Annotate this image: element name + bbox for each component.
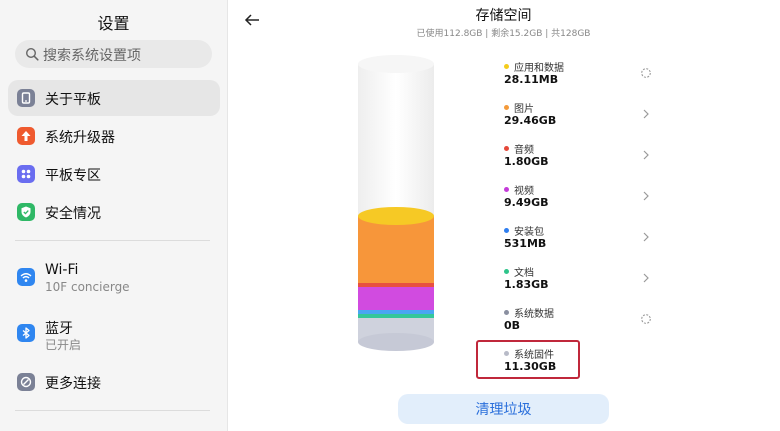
chevron-right-icon [643,109,649,119]
highlight-box [476,340,580,379]
wifi-network-name: 10F concierge [45,280,130,294]
chevron-right-icon [643,232,649,242]
upgrade-arrow-icon [17,127,35,145]
sidebar-item-label: 平板专区 [45,168,101,184]
category-images[interactable]: 图片 29.46GB [500,99,660,137]
category-size: 1.80GB [504,155,549,168]
category-size: 0B [504,319,521,332]
segment-bottom [358,333,434,351]
wifi-icon [17,268,35,286]
page-title: 存储空间 [475,8,532,24]
shield-check-icon [17,203,35,221]
cylinder-top [358,55,434,73]
color-dot [504,146,509,151]
category-install-packages[interactable]: 安装包 531MB [500,222,660,260]
sidebar-item-bluetooth[interactable]: 蓝牙 已开启 [8,315,220,359]
sidebar-item-label: 系统升级器 [45,130,115,146]
segment-images [358,216,434,283]
category-name: 视频 [514,186,534,197]
sidebar-item-label: Wi-Fi [45,262,79,278]
storage-summary: 已使用112.8GB | 剩余15.2GB | 共128GB [416,29,591,39]
category-size: 1.83GB [504,278,549,291]
category-size: 9.49GB [504,196,549,209]
category-name: 图片 [514,104,534,115]
sidebar-item-system-upgrade[interactable]: 系统升级器 [8,118,220,154]
sidebar-item-more-connections[interactable]: 更多连接 [8,364,220,400]
bluetooth-icon [17,324,35,342]
category-audio[interactable]: 音频 1.80GB [500,140,660,178]
bluetooth-status: 已开启 [45,338,82,352]
search-icon [25,47,39,61]
clean-junk-button[interactable]: 清理垃圾 [398,394,609,424]
apps-grid-icon [17,165,35,183]
segment-top-apps [358,207,434,225]
chevron-right-icon [643,150,649,160]
sidebar-item-tablet-zone[interactable]: 平板专区 [8,156,220,192]
storage-usage-cylinder [358,55,434,351]
category-name: 安装包 [514,227,544,238]
color-dot [504,105,509,110]
color-dot [504,187,509,192]
sidebar: 设置 搜索系统设置项 关于平板 系统升级器 平板专区 安全情况 Wi-Fi 10… [0,0,228,431]
category-size: 29.46GB [504,114,557,127]
category-documents[interactable]: 文档 1.83GB [500,263,660,301]
category-size: 28.11MB [504,73,559,86]
chevron-right-icon [643,273,649,283]
category-video[interactable]: 视频 9.49GB [500,181,660,219]
search-input[interactable]: 搜索系统设置项 [15,40,212,68]
tablet-icon [17,89,35,107]
category-apps-data[interactable]: 应用和数据 28.11MB [500,58,660,96]
category-name: 系统数据 [514,309,554,320]
segment-video [358,286,434,310]
chevron-right-icon [643,191,649,201]
search-placeholder: 搜索系统设置项 [43,48,141,64]
loading-icon [641,314,651,324]
sidebar-divider [15,410,210,411]
color-dot [504,310,509,315]
link-icon [17,373,35,391]
sidebar-item-about-tablet[interactable]: 关于平板 [8,80,220,116]
sidebar-item-label: 关于平板 [45,92,101,108]
category-system-data[interactable]: 系统数据 0B [500,304,660,342]
color-dot [504,269,509,274]
sidebar-divider [15,240,210,241]
category-name: 应用和数据 [514,63,564,74]
sidebar-item-wifi[interactable]: Wi-Fi 10F concierge [8,259,220,303]
color-dot [504,64,509,69]
sidebar-item-security[interactable]: 安全情况 [8,194,220,230]
category-size: 531MB [504,237,547,250]
color-dot [504,228,509,233]
category-name: 音频 [514,145,534,156]
sidebar-item-label: 蓝牙 [45,321,73,337]
sidebar-title: 设置 [97,14,130,33]
sidebar-item-label: 更多连接 [45,376,101,392]
sidebar-item-label: 安全情况 [45,206,101,222]
category-name: 文档 [514,268,534,279]
loading-icon [641,68,651,78]
